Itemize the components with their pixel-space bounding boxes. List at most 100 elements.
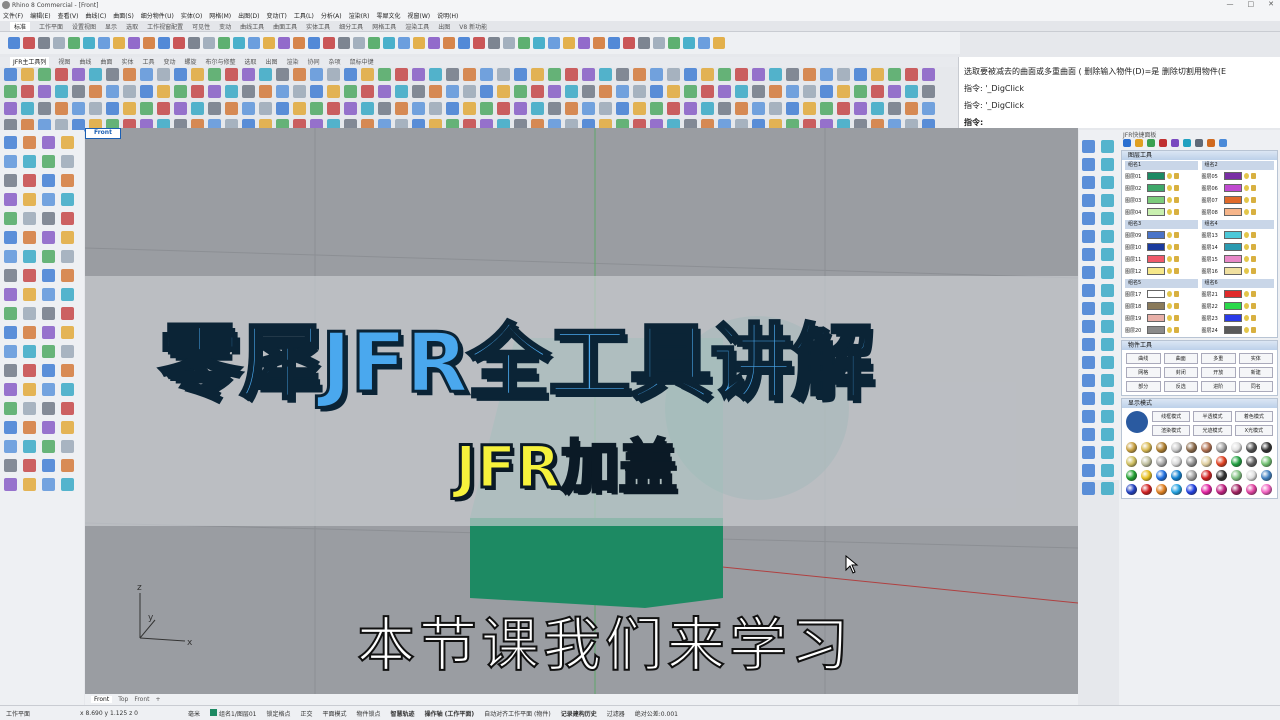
lock-icon[interactable] bbox=[1174, 197, 1179, 203]
tool-icon[interactable] bbox=[650, 85, 663, 98]
tool-icon[interactable] bbox=[503, 37, 515, 49]
lock-icon[interactable] bbox=[1250, 303, 1256, 309]
toolbar-tab[interactable]: 工作平面 bbox=[39, 22, 63, 31]
bulb-icon[interactable] bbox=[1167, 209, 1172, 215]
tool-icon[interactable] bbox=[157, 102, 170, 115]
tool-icon[interactable] bbox=[42, 288, 55, 301]
bulb-icon[interactable] bbox=[1167, 268, 1172, 274]
layer-row[interactable]: 图层12 bbox=[1125, 265, 1198, 277]
tool-icon[interactable] bbox=[42, 269, 55, 282]
bulb-icon[interactable] bbox=[1243, 232, 1249, 238]
tool-icon[interactable] bbox=[123, 68, 136, 81]
tool-icon[interactable] bbox=[548, 85, 561, 98]
tool-icon[interactable] bbox=[38, 37, 50, 49]
toolbar-tab[interactable]: 曲面工具 bbox=[273, 22, 297, 31]
layer-color-swatch[interactable] bbox=[1147, 208, 1165, 216]
main-toolbar-tab[interactable]: 选取 bbox=[245, 57, 257, 67]
tool-icon[interactable] bbox=[582, 68, 595, 81]
tool-icon[interactable] bbox=[428, 37, 440, 49]
tool-icon[interactable] bbox=[518, 37, 530, 49]
main-toolbar-tab[interactable]: 变动 bbox=[163, 57, 175, 67]
tool-icon[interactable] bbox=[278, 37, 290, 49]
tool-icon[interactable] bbox=[514, 68, 527, 81]
object-select-button[interactable]: 封闭 bbox=[1163, 367, 1198, 378]
tool-icon[interactable] bbox=[4, 250, 17, 263]
layer-color-swatch[interactable] bbox=[1223, 290, 1242, 298]
tool-icon[interactable] bbox=[61, 421, 74, 434]
toolbar-tab[interactable]: 标准 bbox=[10, 21, 31, 31]
tool-icon[interactable] bbox=[599, 102, 612, 115]
tool-icon[interactable] bbox=[854, 68, 867, 81]
tool-icon[interactable] bbox=[61, 307, 74, 320]
lock-icon[interactable] bbox=[1174, 315, 1179, 321]
tool-icon[interactable] bbox=[42, 383, 55, 396]
tool-icon[interactable] bbox=[378, 68, 391, 81]
material-ball-icon[interactable] bbox=[1231, 442, 1242, 453]
panel-icon[interactable] bbox=[1171, 139, 1179, 147]
tool-icon[interactable] bbox=[378, 85, 391, 98]
tool-icon[interactable] bbox=[263, 37, 275, 49]
tool-icon[interactable] bbox=[140, 102, 153, 115]
tool-icon[interactable] bbox=[191, 102, 204, 115]
tool-icon[interactable] bbox=[4, 231, 17, 244]
tool-icon[interactable] bbox=[42, 193, 55, 206]
material-ball-icon[interactable] bbox=[1156, 442, 1167, 453]
tool-icon[interactable] bbox=[4, 478, 17, 491]
layer-row[interactable]: 图层02 bbox=[1125, 182, 1198, 194]
main-toolbar-tab[interactable]: 曲线 bbox=[79, 57, 91, 67]
tool-icon[interactable] bbox=[208, 102, 221, 115]
status-toggle[interactable]: 平面模式 bbox=[323, 709, 347, 718]
layer-row[interactable]: 图层10 bbox=[1125, 241, 1198, 253]
lock-icon[interactable] bbox=[1174, 185, 1179, 191]
toolbar-tab[interactable]: 选取 bbox=[126, 22, 138, 31]
tool-icon[interactable] bbox=[922, 102, 935, 115]
tool-icon[interactable] bbox=[769, 68, 782, 81]
menu-item[interactable]: 说明(H) bbox=[437, 11, 458, 20]
material-ball-icon[interactable] bbox=[1141, 442, 1152, 453]
menu-item[interactable]: 变动(T) bbox=[266, 11, 286, 20]
tool-icon[interactable] bbox=[61, 383, 74, 396]
layer-color-swatch[interactable] bbox=[1223, 255, 1242, 263]
tool-icon[interactable] bbox=[1101, 212, 1114, 225]
tool-icon[interactable] bbox=[395, 68, 408, 81]
menu-item[interactable]: 细分物件(U) bbox=[141, 11, 174, 20]
tool-icon[interactable] bbox=[4, 269, 17, 282]
tool-icon[interactable] bbox=[4, 288, 17, 301]
object-select-button[interactable]: 反选 bbox=[1163, 381, 1198, 392]
toolbar-tab[interactable]: 可见性 bbox=[192, 22, 210, 31]
tool-icon[interactable] bbox=[38, 102, 51, 115]
tool-icon[interactable] bbox=[4, 459, 17, 472]
tool-icon[interactable] bbox=[623, 37, 635, 49]
tool-icon[interactable] bbox=[38, 68, 51, 81]
layer-group-header[interactable]: 组名3 bbox=[1125, 220, 1198, 229]
bulb-icon[interactable] bbox=[1167, 244, 1172, 250]
tool-icon[interactable] bbox=[1082, 140, 1095, 153]
tool-icon[interactable] bbox=[23, 155, 36, 168]
tool-icon[interactable] bbox=[752, 68, 765, 81]
tool-icon[interactable] bbox=[61, 212, 74, 225]
tool-icon[interactable] bbox=[718, 102, 731, 115]
tool-icon[interactable] bbox=[698, 37, 710, 49]
tool-icon[interactable] bbox=[888, 102, 901, 115]
layer-color-swatch[interactable] bbox=[1223, 243, 1242, 251]
material-ball-icon[interactable] bbox=[1246, 484, 1257, 495]
tool-icon[interactable] bbox=[361, 68, 374, 81]
status-toggle[interactable]: 自动对齐工作平面 (物件) bbox=[484, 709, 551, 718]
tool-icon[interactable] bbox=[23, 383, 36, 396]
tool-icon[interactable] bbox=[23, 478, 36, 491]
tool-icon[interactable] bbox=[701, 85, 714, 98]
tool-icon[interactable] bbox=[1101, 230, 1114, 243]
layer-row[interactable]: 图层17 bbox=[1125, 288, 1198, 300]
tool-icon[interactable] bbox=[42, 402, 55, 415]
tool-icon[interactable] bbox=[174, 102, 187, 115]
tool-icon[interactable] bbox=[23, 269, 36, 282]
menu-item[interactable]: 视窗(W) bbox=[408, 11, 431, 20]
tool-icon[interactable] bbox=[157, 68, 170, 81]
tool-icon[interactable] bbox=[616, 68, 629, 81]
tool-icon[interactable] bbox=[61, 440, 74, 453]
tool-icon[interactable] bbox=[684, 85, 697, 98]
material-ball-icon[interactable] bbox=[1201, 456, 1212, 467]
tool-icon[interactable] bbox=[1101, 446, 1114, 459]
tool-icon[interactable] bbox=[480, 68, 493, 81]
material-ball-icon[interactable] bbox=[1156, 456, 1167, 467]
